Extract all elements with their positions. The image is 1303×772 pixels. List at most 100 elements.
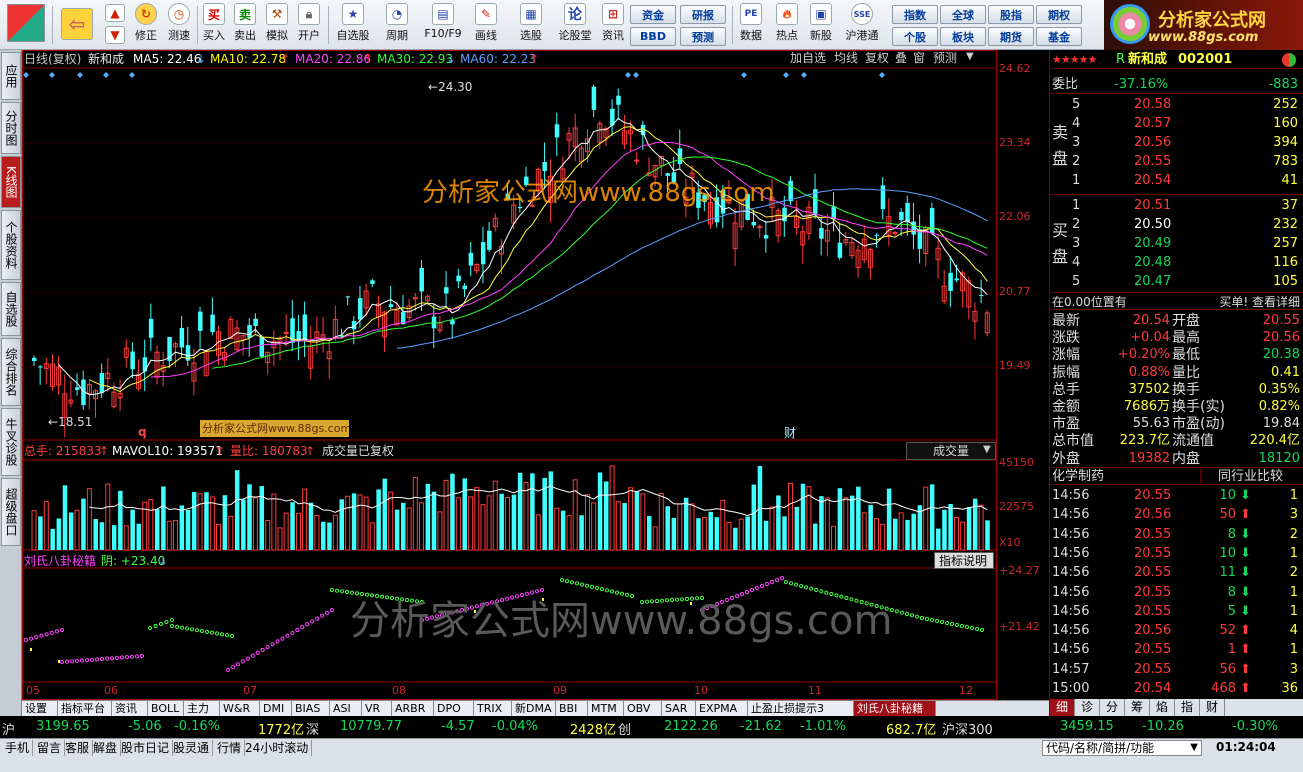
indicator-tab[interactable]: 刘氏八卦秘籍 bbox=[854, 701, 936, 716]
status-item[interactable]: 股市日记 bbox=[118, 740, 174, 756]
quote-panel-tab[interactable]: 筹 bbox=[1125, 699, 1150, 716]
forecast-tool-button[interactable]: 预测 bbox=[933, 51, 957, 65]
add-watchlist-button[interactable]: 加自选 bbox=[790, 51, 826, 65]
research-button[interactable]: 研报 bbox=[680, 5, 726, 24]
quote-panel-tab[interactable]: 诊 bbox=[1075, 699, 1100, 716]
funds-button[interactable]: 资金 bbox=[630, 5, 676, 24]
open-account-button[interactable]: 🔒︎ 开户 bbox=[294, 2, 324, 48]
quote-panel-tab[interactable]: 分 bbox=[1100, 699, 1125, 716]
buy-order-row[interactable]: 1 20.51 37 bbox=[1050, 197, 1303, 215]
hk-connect-button[interactable]: SSE 沪港通 bbox=[840, 2, 884, 48]
ipo-button[interactable]: ▣ 新股 bbox=[806, 2, 836, 48]
sector-button[interactable]: 板块 bbox=[940, 27, 986, 46]
search-chevron-icon[interactable]: ▼ bbox=[1190, 741, 1198, 755]
indicator-tab[interactable]: SAR bbox=[662, 701, 696, 716]
news-button[interactable]: ⊞ 资讯 bbox=[597, 2, 629, 48]
tab-timeshare[interactable]: 分时图 bbox=[1, 102, 21, 154]
market-globe-icon[interactable] bbox=[1282, 53, 1296, 67]
event-marker-q[interactable]: q bbox=[138, 425, 147, 439]
sell-order-row[interactable]: 5 20.58 252 bbox=[1050, 96, 1303, 114]
status-item[interactable]: 股灵通 bbox=[170, 740, 214, 756]
indicator-tab[interactable]: 资讯 bbox=[112, 701, 148, 716]
single-stock-button[interactable]: 个股 bbox=[892, 27, 938, 46]
quote-panel-tab[interactable]: 财 bbox=[1200, 699, 1225, 716]
search-input[interactable]: 代码/名称/简拼/功能 ▼ bbox=[1042, 740, 1202, 756]
buy-order-row[interactable]: 2 20.50 232 bbox=[1050, 216, 1303, 234]
quote-panel-tab[interactable]: 细 bbox=[1050, 699, 1075, 716]
ma-button[interactable]: 均线 bbox=[834, 51, 858, 65]
status-item[interactable]: 客服 bbox=[62, 740, 94, 756]
correct-button[interactable]: ↻ 修正 bbox=[130, 2, 162, 48]
status-item[interactable]: 解盘 bbox=[90, 740, 122, 756]
indicator-tab[interactable]: VR bbox=[362, 701, 392, 716]
indicator-tab[interactable]: TRIX bbox=[474, 701, 512, 716]
indicator-tab[interactable]: 设置 bbox=[22, 701, 58, 716]
indicator-tab[interactable]: DMI bbox=[260, 701, 292, 716]
stock-index-futures-button[interactable]: 股指 bbox=[988, 5, 1034, 24]
buy-order-row[interactable]: 4 20.48 116 bbox=[1050, 254, 1303, 272]
indicator-tab[interactable]: DPO bbox=[434, 701, 474, 716]
adjust-button[interactable]: 复权 bbox=[865, 51, 889, 65]
watchlist-button[interactable]: ★ 自选股 bbox=[331, 2, 375, 48]
futures-button[interactable]: 期货 bbox=[988, 27, 1034, 46]
period-button[interactable]: ◔ 周期 bbox=[378, 2, 416, 48]
indicator-tab[interactable]: EXPMA bbox=[696, 701, 748, 716]
tab-stock-profile[interactable]: 个股资料 bbox=[1, 210, 21, 280]
hot-button[interactable]: 🔥︎ 热点 bbox=[772, 2, 802, 48]
draw-button[interactable]: ✎ 画线 bbox=[468, 2, 504, 48]
status-item[interactable]: 24小时滚动 bbox=[242, 740, 313, 756]
quote-panel-tab[interactable]: 指 bbox=[1175, 699, 1200, 716]
indicator-tab[interactable]: 止盈止损提示3 bbox=[748, 701, 854, 716]
app-menu-button[interactable] bbox=[6, 2, 46, 48]
global-button[interactable]: 全球 bbox=[940, 5, 986, 24]
status-item[interactable]: 行情 bbox=[214, 740, 246, 756]
index-button[interactable]: 指数 bbox=[892, 5, 938, 24]
buy-button[interactable]: 买 买入 bbox=[199, 2, 229, 48]
tab-watchlist[interactable]: 自选股 bbox=[1, 282, 21, 336]
fund-button[interactable]: 基金 bbox=[1036, 27, 1082, 46]
indicator-tab[interactable]: 新DMA bbox=[512, 701, 556, 716]
indicator-tab[interactable]: 主力 bbox=[184, 701, 220, 716]
quote-panel-tab[interactable]: 焰 bbox=[1150, 699, 1175, 716]
status-item[interactable]: 留言 bbox=[34, 740, 66, 756]
industry-compare-link[interactable]: 同行业比较 bbox=[1218, 468, 1283, 486]
chart-menu-chevron-icon[interactable]: ▼ bbox=[966, 50, 974, 64]
volume-indicator-dropdown[interactable]: 成交量 ▼ bbox=[906, 442, 996, 460]
bbd-button[interactable]: BBD bbox=[630, 27, 676, 46]
speedtest-button[interactable]: ◷ 测速 bbox=[163, 2, 195, 48]
indicator-tab[interactable]: MTM bbox=[588, 701, 624, 716]
simulate-button[interactable]: ⚒ 模拟 bbox=[262, 2, 292, 48]
sell-order-row[interactable]: 3 20.56 394 bbox=[1050, 134, 1303, 152]
tab-apps[interactable]: 应用 bbox=[1, 52, 21, 100]
indicator-tab[interactable]: ASI bbox=[330, 701, 362, 716]
options-button[interactable]: 期权 bbox=[1036, 5, 1082, 24]
view-detail-link[interactable]: 买单! 查看详细 bbox=[1219, 293, 1300, 311]
screener-button[interactable]: ▦ 选股 bbox=[511, 2, 551, 48]
forum-button[interactable]: 论 论股堂 bbox=[555, 2, 595, 48]
finance-marker-icon[interactable]: 财 bbox=[784, 426, 796, 440]
indicator-tab[interactable]: BBI bbox=[556, 701, 588, 716]
indicator-tab[interactable]: BIAS bbox=[292, 701, 330, 716]
back-button[interactable]: ⇦ bbox=[58, 2, 96, 48]
indicator-tab[interactable]: OBV bbox=[624, 701, 662, 716]
tab-super-order-book[interactable]: 超级盘口 bbox=[1, 478, 21, 546]
f10-button[interactable]: ▤ F10/F9 bbox=[419, 2, 467, 48]
overlay-button[interactable]: 叠 bbox=[895, 51, 907, 65]
buy-order-row[interactable]: 3 20.49 257 bbox=[1050, 235, 1303, 253]
indicator-tab[interactable]: 指标平台 bbox=[58, 701, 112, 716]
window-button[interactable]: 窗 bbox=[913, 51, 925, 65]
sell-order-row[interactable]: 2 20.55 783 bbox=[1050, 153, 1303, 171]
kline-chart-panel[interactable]: 日线(复权) 新和成 MA5: 22.46 ↓ MA10: 22.78 ↑ MA… bbox=[22, 50, 1049, 716]
data-button[interactable]: PE 数据 bbox=[736, 2, 766, 48]
tab-ranking[interactable]: 综合排名 bbox=[1, 338, 21, 406]
indicator-help-button[interactable]: 指标说明 bbox=[934, 552, 994, 569]
indicator-tab[interactable]: ARBR bbox=[392, 701, 434, 716]
nav-up-down[interactable]: ▲ ▼ bbox=[101, 2, 129, 48]
sell-button[interactable]: 卖 卖出 bbox=[230, 2, 260, 48]
status-item[interactable]: 手机 bbox=[2, 740, 34, 756]
sell-order-row[interactable]: 4 20.57 160 bbox=[1050, 115, 1303, 133]
indicator-tab[interactable]: BOLL bbox=[148, 701, 184, 716]
tab-kline[interactable]: K线图 bbox=[1, 156, 21, 208]
tab-diagnosis[interactable]: 牛叉诊股 bbox=[1, 408, 21, 476]
sell-order-row[interactable]: 1 20.54 41 bbox=[1050, 172, 1303, 190]
